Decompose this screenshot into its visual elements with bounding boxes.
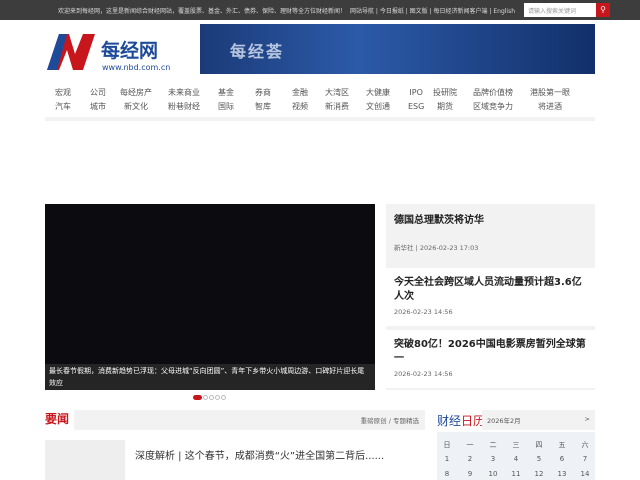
next-month-button[interactable]: > <box>585 415 590 423</box>
calendar-weekday: 六 <box>581 441 589 449</box>
nav-link[interactable]: 港股第一眼 <box>530 86 570 100</box>
nav-link[interactable]: 金融 <box>292 86 308 100</box>
yaowen-tabs[interactable]: 重磅原创 / 专题精选 <box>74 410 425 430</box>
calendar-weekday: 日 <box>443 441 451 449</box>
nav-link[interactable]: 大健康 <box>366 86 390 100</box>
search-input[interactable]: 请输入搜索关键词 <box>524 3 596 17</box>
news-item[interactable]: 突破80亿！2026中国电影票房暂列全球第一 2026-02-23 14:56 <box>386 330 595 388</box>
nav-link[interactable]: 城市 <box>90 100 106 114</box>
nav-column: 券商 智库 <box>255 86 271 114</box>
nav-column: 投研院 期货 <box>433 86 457 114</box>
news-title[interactable]: 今天全社会跨区域人员流动量预计超3.6亿人次 <box>394 276 587 304</box>
nav-link[interactable]: 期货 <box>433 100 457 114</box>
news-item[interactable]: 德国总理默茨将访华 新华社 | 2026-02-23 17:03 <box>386 206 595 264</box>
carousel-caption[interactable]: 最长春节假期，消费新趋势已浮现：父母进城“反向团圆”、青年下乡带火小城周边游、口… <box>45 364 375 390</box>
calendar-day[interactable]: 14 <box>575 470 595 478</box>
carousel-dot[interactable] <box>209 395 214 400</box>
nav-link[interactable]: 区域竞争力 <box>473 100 513 114</box>
nav-link[interactable]: 每经房产 <box>120 86 152 100</box>
calendar-day[interactable]: 2 <box>460 455 480 463</box>
calendar-day[interactable]: 6 <box>552 455 572 463</box>
calendar-weekday: 三 <box>512 441 520 449</box>
nav-column: 港股第一眼 将进酒 <box>530 86 570 114</box>
calendar-weekday: 五 <box>558 441 566 449</box>
nav-column: 基金 国际 <box>218 86 234 114</box>
nav-link[interactable]: 宏观 <box>55 86 71 100</box>
calendar-day[interactable]: 11 <box>506 470 526 478</box>
calendar-day[interactable]: 9 <box>460 470 480 478</box>
nav-link[interactable]: 粉巷财经 <box>168 100 200 114</box>
nav-link[interactable]: 投研院 <box>433 86 457 100</box>
nav-link[interactable]: 文创通 <box>366 100 390 114</box>
nav-column: 品牌价值榜 区域竞争力 <box>473 86 513 114</box>
calendar-day[interactable]: 8 <box>437 470 457 478</box>
calendar-day[interactable]: 3 <box>483 455 503 463</box>
nav-link[interactable]: ESG <box>408 100 424 114</box>
section-title-yaowen: 要闻 <box>45 412 70 426</box>
search-icon[interactable]: ⚲ <box>596 3 610 17</box>
carousel-dot[interactable] <box>215 395 220 400</box>
ad-banner[interactable]: 每经荟 <box>200 24 595 74</box>
welcome-text: 欢迎来到每经网，这里是新闻综合财经网站，覆盖股票、基金、外汇、债券、保险、理财等… <box>58 8 347 15</box>
news-meta: 2026-02-23 14:56 <box>394 308 453 316</box>
news-item[interactable]: 今天全社会跨区域人员流动量预计超3.6亿人次 2026-02-23 14:56 <box>386 268 595 326</box>
calendar-weekday: 二 <box>489 441 497 449</box>
nav-link[interactable]: 将进酒 <box>530 100 570 114</box>
carousel-dot[interactable] <box>203 395 208 400</box>
nav-column: 公司 城市 <box>90 86 106 114</box>
calendar-weekday: 四 <box>535 441 543 449</box>
calendar-weekday: 一 <box>466 441 474 449</box>
calendar-header: 2026年2月 > <box>482 410 595 430</box>
nav-link[interactable]: 新消费 <box>325 100 349 114</box>
nav-link[interactable]: 大湾区 <box>325 86 349 100</box>
nav-link[interactable]: 品牌价值榜 <box>473 86 513 100</box>
calendar-day[interactable]: 4 <box>506 455 526 463</box>
news-title[interactable]: 突破80亿！2026中国电影票房暂列全球第一 <box>394 338 587 366</box>
nav-divider <box>45 117 595 121</box>
top-links[interactable]: 网站导航 | 今日报纸 | 图文版 | 每日经济新闻客户端 | English <box>350 6 515 15</box>
calendar-day[interactable]: 1 <box>437 455 457 463</box>
carousel-dot[interactable] <box>221 395 226 400</box>
nav-link[interactable]: 公司 <box>90 86 106 100</box>
logo-url: www.nbd.com.cn <box>102 63 171 72</box>
nav-link[interactable]: 视频 <box>292 100 308 114</box>
carousel[interactable]: 最长春节假期，消费新趋势已浮现：父母进城“反向团圆”、青年下乡带火小城周边游、口… <box>45 204 375 390</box>
calendar-day[interactable]: 10 <box>483 470 503 478</box>
nav-link[interactable]: IPO <box>408 86 424 100</box>
headline-link[interactable]: 深度解析 | 这个春节，成都消费“火”进全国第二背后...... <box>135 447 384 462</box>
carousel-dot[interactable] <box>193 395 202 400</box>
nav-link[interactable]: 国际 <box>218 100 234 114</box>
nav-link[interactable]: 未来商业 <box>168 86 200 100</box>
news-thumbnail[interactable] <box>45 440 125 480</box>
calendar-day[interactable]: 7 <box>575 455 595 463</box>
logo-text: 每经网 <box>101 40 159 62</box>
nav-link[interactable]: 汽车 <box>55 100 71 114</box>
nav-column: 每经房产 新文化 <box>120 86 152 114</box>
nav-link[interactable]: 新文化 <box>120 100 152 114</box>
nav-column: 大健康 文创通 <box>366 86 390 114</box>
news-meta: 新华社 | 2026-02-23 17:03 <box>394 244 479 252</box>
calendar-grid: 日一二三四五六 1 2 3 4 5 6 7 8 9 10 11 12 13 14 <box>437 432 595 480</box>
top-bar: 欢迎来到每经网，这里是新闻综合财经网站，覆盖股票、基金、外汇、债券、保险、理财等… <box>0 0 640 20</box>
calendar-day[interactable]: 13 <box>552 470 572 478</box>
news-title[interactable]: 德国总理默茨将访华 <box>394 214 587 228</box>
nav-link[interactable]: 基金 <box>218 86 234 100</box>
nav-column: 未来商业 粉巷财经 <box>168 86 200 114</box>
nav-link[interactable]: 券商 <box>255 86 271 100</box>
news-meta: 2026-02-23 14:56 <box>394 370 453 378</box>
calendar-day[interactable]: 5 <box>529 455 549 463</box>
logo-mark-icon <box>47 34 95 70</box>
nav-column: 大湾区 新消费 <box>325 86 349 114</box>
nav-column: IPO ESG <box>408 86 424 114</box>
nav-link[interactable]: 智库 <box>255 100 271 114</box>
calendar-day[interactable]: 12 <box>529 470 549 478</box>
nav-column: 金融 视频 <box>292 86 308 114</box>
calendar-title: 财经日历 <box>437 412 485 429</box>
banner-text: 每经荟 <box>230 42 285 61</box>
calendar-title-a: 财经 <box>437 414 462 428</box>
logo[interactable]: 每经网 www.nbd.com.cn <box>45 28 175 76</box>
calendar-month: 2026年2月 <box>487 417 521 425</box>
nav-column: 宏观 汽车 <box>55 86 71 114</box>
